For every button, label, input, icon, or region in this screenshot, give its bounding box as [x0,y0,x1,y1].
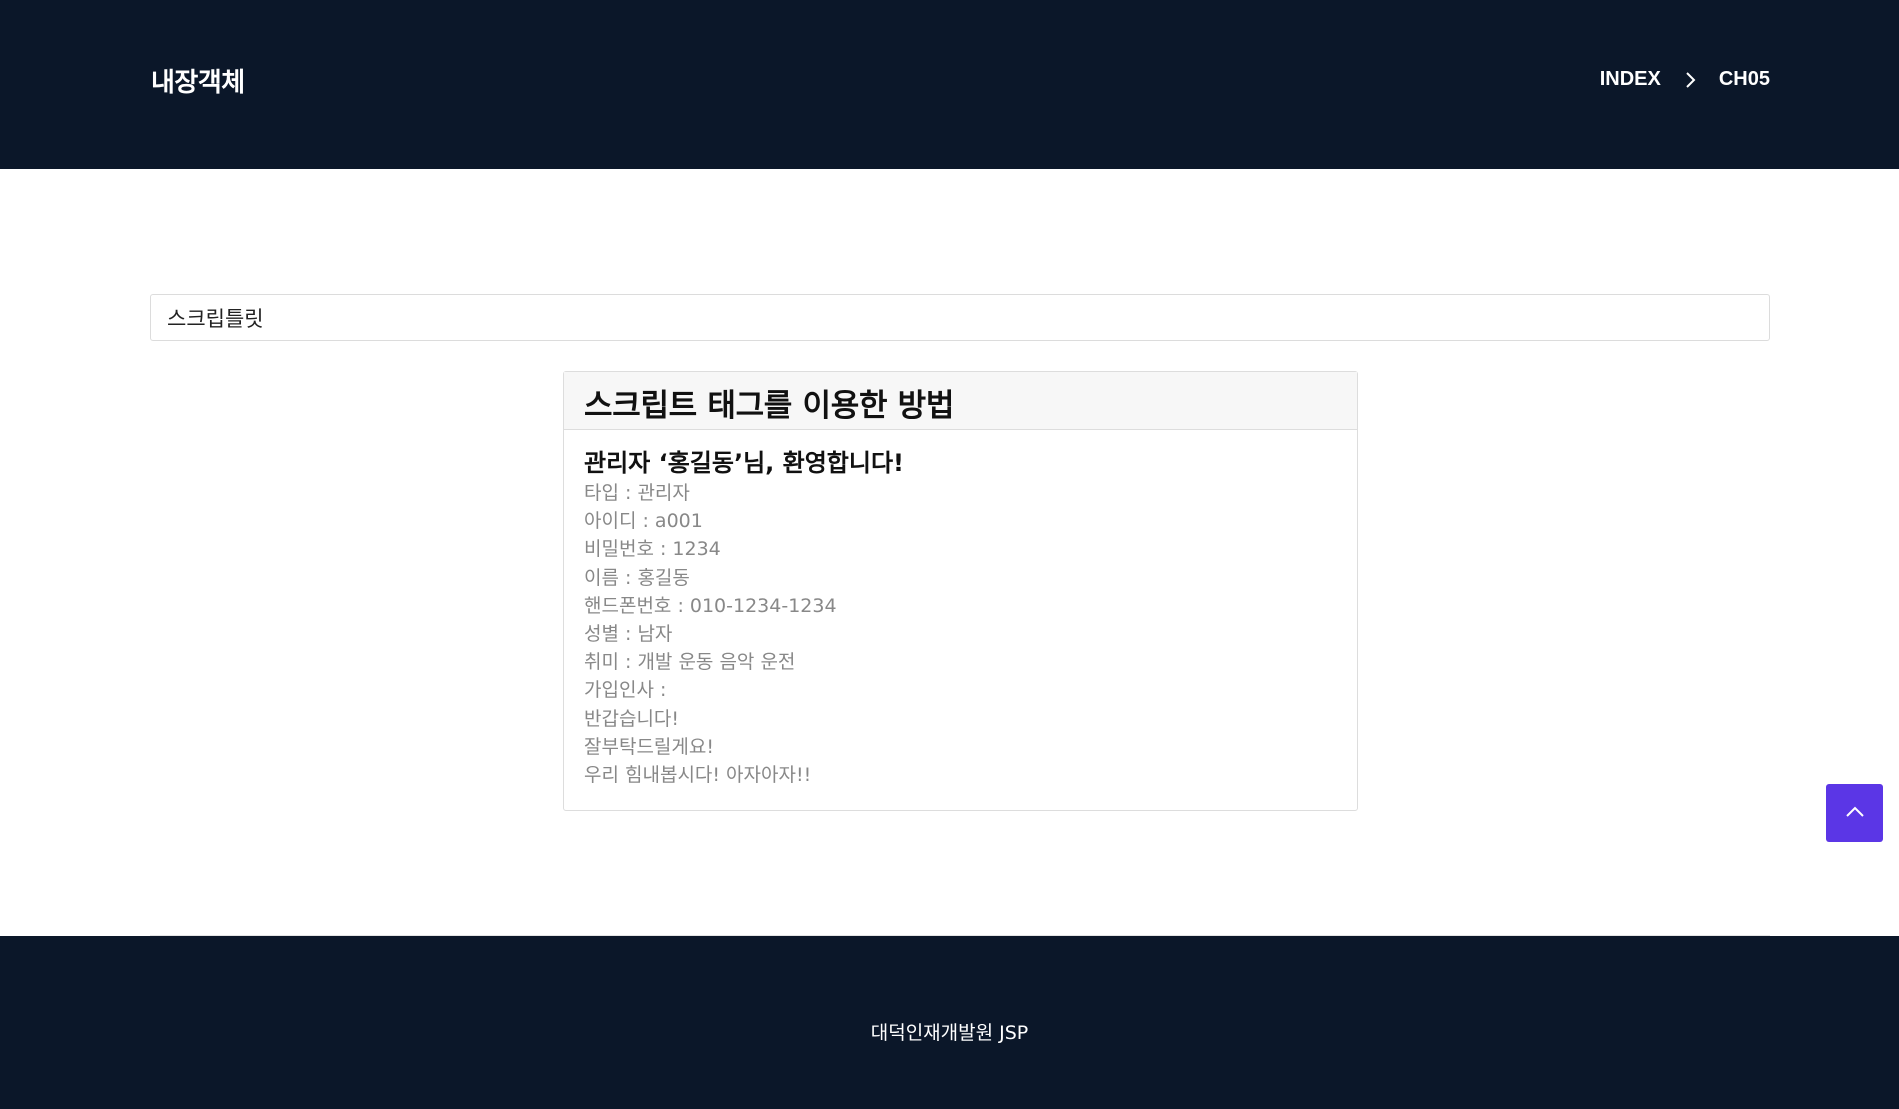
info-line-hobby: 취미 : 개발 운동 음악 운전 [584,651,796,674]
card-body: 관리자 ‘홍길동’님, 환영합니다! 타입 : 관리자 아이디 : a001 비… [564,430,1357,789]
site-header: 내장객체 INDEX CH05 [0,0,1899,169]
info-line-greeting-label: 가입인사 : [584,679,667,702]
info-line-password: 비밀번호 : 1234 [584,538,721,561]
info-line-gender: 성별 : 남자 [584,623,673,646]
info-line-type: 타입 : 관리자 [584,482,690,504]
page: 내장객체 INDEX CH05 스크립트 태그를 이용한 방법 관리자 ‘홍길동… [0,0,1899,1109]
chevron-right-icon [1679,70,1701,90]
card-title: 스크립트 태그를 이용한 방법 [584,388,955,424]
site-title[interactable]: 내장객체 [151,62,245,99]
welcome-message: 관리자 ‘홍길동’님, 환영합니다! [584,449,904,477]
info-line-greeting-3: 우리 힘내봅시다! 아자아자!! [584,764,812,787]
info-line-id: 아이디 : a001 [584,510,703,533]
site-footer: 대덕인재개발원 JSP [0,936,1899,1109]
chevron-up-icon [1844,804,1866,823]
info-line-name: 이름 : 홍길동 [584,566,690,589]
section-title-input[interactable] [150,294,1770,341]
scroll-to-top-button[interactable] [1826,784,1883,842]
info-line-greeting-1: 반갑습니다! [584,707,680,730]
breadcrumb-item-index[interactable]: INDEX [1600,68,1661,91]
info-line-greeting-2: 잘부탁드릴게요! [584,735,714,758]
info-card: 스크립트 태그를 이용한 방법 관리자 ‘홍길동’님, 환영합니다! 타입 : … [563,371,1358,811]
footer-text: 대덕인재개발원 JSP [870,1022,1029,1044]
breadcrumb-item-ch05[interactable]: CH05 [1719,68,1770,91]
info-line-phone: 핸드폰번호 : 010-1234-1234 [584,594,837,617]
card-header: 스크립트 태그를 이용한 방법 [564,372,1357,430]
breadcrumb: INDEX CH05 [1600,68,1770,91]
